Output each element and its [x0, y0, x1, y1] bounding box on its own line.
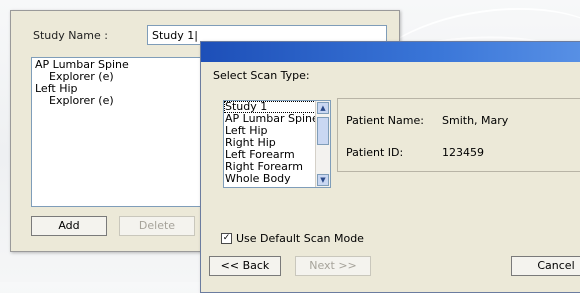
cancel-button[interactable]: Cancel	[511, 256, 580, 276]
patient-info-panel: Patient Name: Smith, Mary Patient ID: 12…	[337, 98, 580, 172]
scan-type-prompt: Select Scan Type:	[213, 69, 310, 82]
dialog-title-bar[interactable]	[201, 42, 580, 62]
back-button[interactable]: << Back	[209, 256, 281, 276]
scroll-up-icon[interactable]: ▲	[317, 102, 329, 114]
patient-name-label: Patient Name:	[346, 114, 424, 127]
study-name-label: Study Name :	[33, 29, 108, 42]
scroll-thumb[interactable]	[317, 117, 329, 145]
scan-list-scrollbar[interactable]: ▲ ▼	[315, 101, 330, 187]
next-button[interactable]: Next >>	[295, 256, 371, 276]
scan-type-dialog: Select Scan Type: Study 1 AP Lumbar Spin…	[200, 41, 580, 293]
scroll-down-icon[interactable]: ▼	[317, 174, 329, 186]
list-item[interactable]: Explorer (e)	[35, 95, 199, 107]
default-scan-mode-checkbox[interactable]: ✓ Use Default Scan Mode	[221, 232, 364, 245]
scan-type-list[interactable]: Study 1 AP Lumbar Spine Left Hip Right H…	[223, 100, 331, 188]
patient-id-label: Patient ID:	[346, 146, 404, 159]
patient-id-value: 123459	[442, 146, 484, 159]
checkbox-check-icon[interactable]: ✓	[221, 233, 232, 244]
patient-name-value: Smith, Mary	[442, 114, 509, 127]
delete-button[interactable]: Delete	[119, 216, 195, 236]
study-list[interactable]: AP Lumbar Spine Explorer (e) Left Hip Ex…	[31, 57, 203, 207]
add-button[interactable]: Add	[31, 216, 107, 236]
default-scan-mode-label: Use Default Scan Mode	[236, 232, 364, 245]
text-cursor: |	[194, 29, 198, 42]
study-name-value: Study 1	[152, 29, 195, 42]
